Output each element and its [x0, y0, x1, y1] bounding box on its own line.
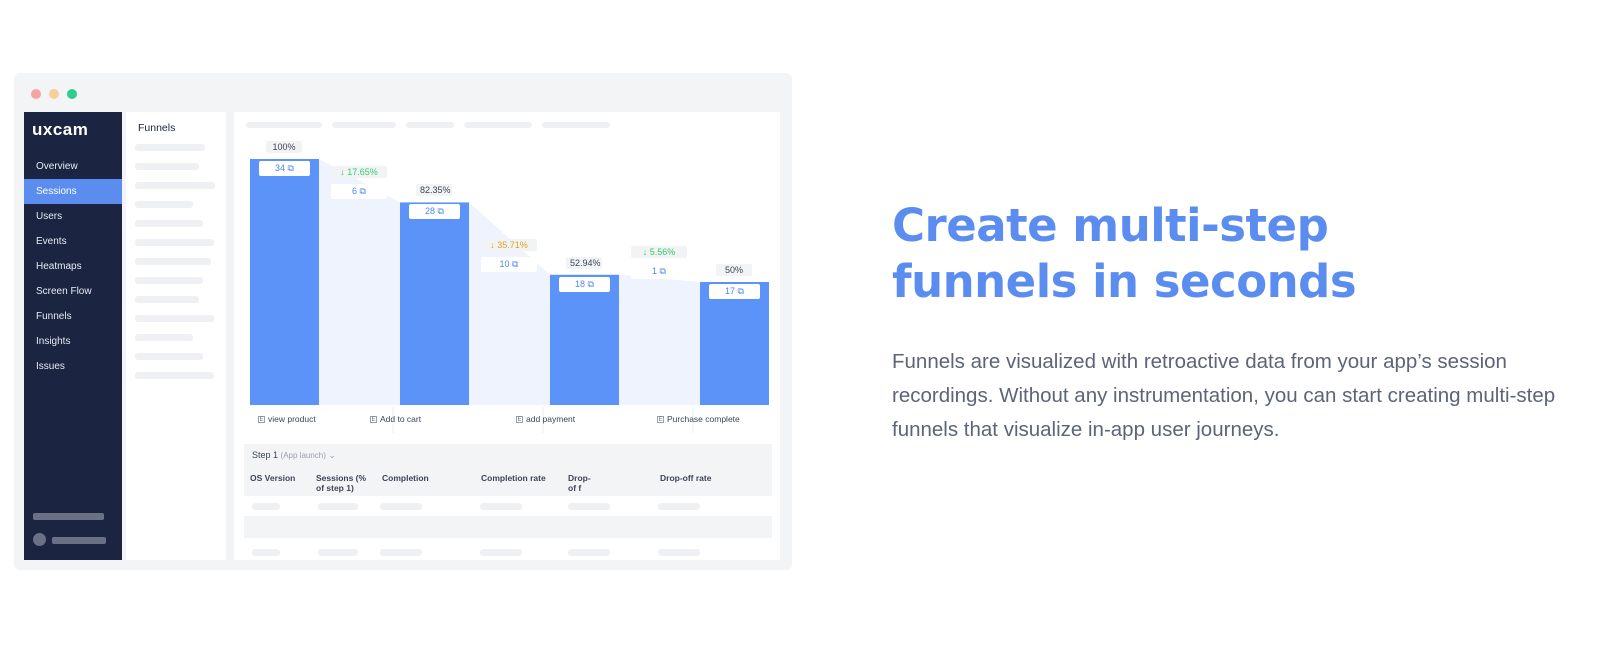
list-item-placeholder[interactable] — [135, 182, 215, 189]
bar-count-label: 34 ⧉ — [259, 161, 310, 176]
cell-placeholder — [658, 549, 700, 556]
hero-headline: Create multi-step funnels in seconds — [892, 198, 1452, 310]
column-completion[interactable]: Completion — [382, 473, 462, 483]
dropoff-count-label: 1 ⧉ — [631, 264, 687, 279]
event-icon: E — [370, 416, 377, 423]
chevron-down-icon: ⌄ — [328, 450, 336, 460]
cell-placeholder — [658, 503, 700, 510]
step-name-text: Purchase complete — [667, 414, 740, 424]
close-dot-icon[interactable] — [31, 89, 41, 99]
step-name-text: Add to cart — [380, 414, 422, 424]
bar-count-label: 28 ⧉ — [409, 204, 460, 220]
funnel-main-panel: 100% 34 ⧉ Eview product 82.35% 28 ⧉ E Add to c… — [234, 112, 780, 560]
list-item-placeholder[interactable] — [135, 372, 214, 379]
headline-line-1: Create multi-step — [892, 199, 1329, 252]
list-item-placeholder[interactable] — [135, 239, 214, 246]
list-item-placeholder[interactable] — [135, 258, 211, 265]
cell-placeholder — [252, 503, 280, 510]
step-label: Step 1 — [252, 450, 279, 460]
uxcam-logo: uxcam — [32, 120, 89, 139]
bar-percent-label: 82.35% — [416, 184, 452, 197]
sidebar-user-placeholder — [52, 537, 106, 544]
cell-placeholder — [568, 503, 610, 510]
step-name-text: view product — [268, 414, 316, 424]
headline-line-2: funnels in seconds — [892, 255, 1357, 308]
avatar[interactable] — [33, 533, 46, 546]
dropoff-percent-label: ↓ 5.56% — [631, 246, 687, 258]
event-icon: E — [258, 416, 265, 423]
list-item-placeholder[interactable] — [135, 296, 199, 303]
sidebar-item-overview[interactable]: Overview — [24, 154, 122, 179]
step-name-text: add payment — [526, 414, 576, 424]
funnel-chart — [250, 159, 769, 433]
event-icon: E — [657, 416, 664, 423]
bar-count-label: 17 ⧉ — [709, 284, 760, 299]
dropoff-area[interactable] — [619, 274, 700, 405]
sidebar-item-heatmaps[interactable]: Heatmaps — [24, 254, 122, 279]
cell-placeholder — [568, 549, 610, 556]
cell-placeholder — [380, 549, 422, 556]
cell-placeholder — [318, 549, 358, 556]
dropoff-percent-label: ↓ 17.65% — [331, 166, 387, 179]
sidebar-item-funnels[interactable]: Funnels — [24, 304, 122, 329]
column-sessions[interactable]: Sessions (% of step 1) — [316, 473, 372, 493]
list-item-placeholder[interactable] — [135, 315, 214, 322]
table-row[interactable] — [244, 516, 772, 538]
list-item-placeholder[interactable] — [135, 163, 199, 170]
sidebar-placeholder — [33, 513, 104, 520]
funnel-bar[interactable] — [700, 282, 769, 405]
dropoff-count-label: 6 ⧉ — [331, 184, 387, 200]
sidebar-item-sessions[interactable]: Sessions — [24, 179, 122, 204]
sidebar-nav: Overview Sessions Users Events Heatmaps … — [24, 154, 122, 379]
step-sub-label: (App launch) — [280, 451, 326, 460]
sidebar-item-insights[interactable]: Insights — [24, 329, 122, 354]
maximize-dot-icon[interactable] — [67, 89, 77, 99]
list-item-placeholder[interactable] — [135, 144, 205, 151]
cell-placeholder — [318, 503, 358, 510]
column-drop-off[interactable]: Drop-of f — [568, 473, 592, 493]
column-drop-off-rate[interactable]: Drop-off rate — [660, 473, 740, 483]
cell-placeholder — [380, 503, 422, 510]
minimize-dot-icon[interactable] — [49, 89, 59, 99]
step-name-label[interactable]: E Add to cart — [370, 414, 421, 424]
dropoff-area[interactable] — [469, 202, 550, 405]
dropoff-percent-label: ↓ 35.71% — [481, 238, 537, 251]
funnel-bar[interactable] — [250, 159, 319, 405]
sidebar-item-screen-flow[interactable]: Screen Flow — [24, 279, 122, 304]
step-name-label[interactable]: Eadd payment — [516, 414, 575, 424]
cell-placeholder — [480, 549, 522, 556]
sidebar-item-users[interactable]: Users — [24, 204, 122, 229]
column-os-version[interactable]: OS Version — [250, 473, 310, 483]
bar-percent-label: 100% — [266, 141, 302, 153]
column-completion-rate[interactable]: Completion rate — [481, 473, 561, 483]
funnel-list-panel: Funnels — [126, 112, 226, 560]
sidebar: uxcam Overview Sessions Users Events Hea… — [24, 112, 122, 560]
step-name-label[interactable]: E Purchase complete — [657, 414, 740, 424]
list-item-placeholder[interactable] — [135, 201, 193, 208]
cell-placeholder — [252, 549, 280, 556]
funnel-bar[interactable] — [400, 202, 469, 405]
step-name-label[interactable]: Eview product — [258, 414, 316, 424]
bar-percent-label: 52.94% — [566, 256, 602, 269]
funnel-bar[interactable] — [550, 274, 619, 405]
bar-count-label: 18 ⧉ — [559, 276, 610, 292]
list-item-placeholder[interactable] — [135, 277, 203, 284]
list-item-placeholder[interactable] — [135, 353, 203, 360]
list-item-placeholder[interactable] — [135, 220, 203, 227]
list-title: Funnels — [138, 122, 176, 134]
bar-percent-label: 50% — [716, 264, 752, 276]
hero-description: Funnels are visualized with retroactive … — [892, 350, 1556, 441]
dropoff-count-label: 10 ⧉ — [481, 256, 537, 272]
sidebar-item-events[interactable]: Events — [24, 229, 122, 254]
page: uxcam Overview Sessions Users Events Hea… — [0, 0, 1600, 666]
window-controls — [31, 89, 77, 99]
list-item-placeholder[interactable] — [135, 334, 193, 341]
cell-placeholder — [480, 503, 522, 510]
step-selector[interactable]: Step 1 (App launch) ⌄ — [252, 450, 336, 461]
event-icon: E — [516, 416, 523, 423]
sidebar-item-issues[interactable]: Issues — [24, 354, 122, 379]
step-table-header: Step 1 (App launch) ⌄ OS Version Session… — [244, 444, 772, 496]
